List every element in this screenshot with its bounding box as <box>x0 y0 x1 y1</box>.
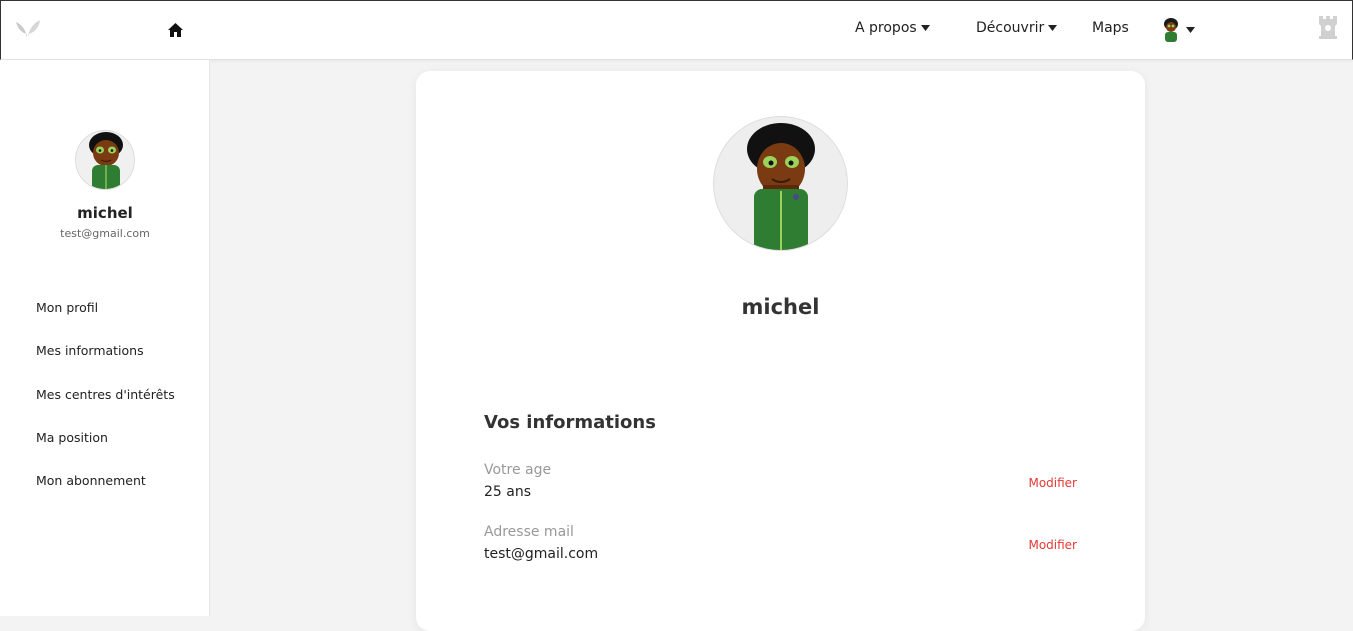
info-value: 25 ans <box>484 484 532 500</box>
sidebar-user-email: test@gmail.com <box>60 227 150 240</box>
leaf-logo-icon[interactable] <box>14 17 42 41</box>
sidebar-user-name: michel <box>77 204 133 222</box>
avatar-icon <box>747 123 815 250</box>
home-icon[interactable] <box>167 22 184 38</box>
castle-icon[interactable] <box>1316 14 1340 40</box>
profile-avatar <box>713 116 848 251</box>
info-label: Adresse mail <box>484 524 574 540</box>
nav-maps-label: Maps <box>1092 20 1129 36</box>
user-menu[interactable] <box>1161 18 1195 42</box>
chevron-down-icon <box>1048 25 1058 31</box>
nav-maps[interactable]: Maps <box>1092 20 1129 36</box>
sidebar-item-mon-profil[interactable]: Mon profil <box>36 300 175 343</box>
nav-decouvrir[interactable]: Découvrir <box>976 20 1058 36</box>
profile-name: michel <box>741 295 820 319</box>
edit-email-button[interactable]: Modifier <box>1028 538 1077 552</box>
info-row-age: Votre age 25 ans Modifier <box>484 462 1077 512</box>
sidebar-item-mon-abonnement[interactable]: Mon abonnement <box>36 473 175 516</box>
nav-a-propos-label: A propos <box>855 20 917 36</box>
nav-a-propos[interactable]: A propos <box>855 20 930 36</box>
section-title: Vos informations <box>484 412 656 433</box>
sidebar: michel test@gmail.com Mon profil Mes inf… <box>0 60 210 616</box>
top-navbar: A propos Découvrir Maps <box>0 0 1353 60</box>
nav-decouvrir-label: Découvrir <box>976 20 1045 36</box>
chevron-down-icon <box>1186 27 1195 33</box>
edit-age-button[interactable]: Modifier <box>1028 476 1077 490</box>
sidebar-item-ma-position[interactable]: Ma position <box>36 430 175 473</box>
sidebar-menu: Mon profil Mes informations Mes centres … <box>36 300 175 516</box>
info-label: Votre age <box>484 462 552 478</box>
info-row-email: Adresse mail test@gmail.com Modifier <box>484 524 1077 574</box>
sidebar-item-centres-interets[interactable]: Mes centres d'intérêts <box>36 387 175 430</box>
avatar-icon <box>89 132 123 189</box>
sidebar-item-mes-informations[interactable]: Mes informations <box>36 343 175 386</box>
avatar <box>75 130 135 190</box>
info-value: test@gmail.com <box>484 546 599 562</box>
chevron-down-icon <box>920 25 930 31</box>
profile-card: michel Vos informations Votre age 25 ans… <box>416 71 1145 631</box>
avatar-icon <box>1164 18 1178 42</box>
